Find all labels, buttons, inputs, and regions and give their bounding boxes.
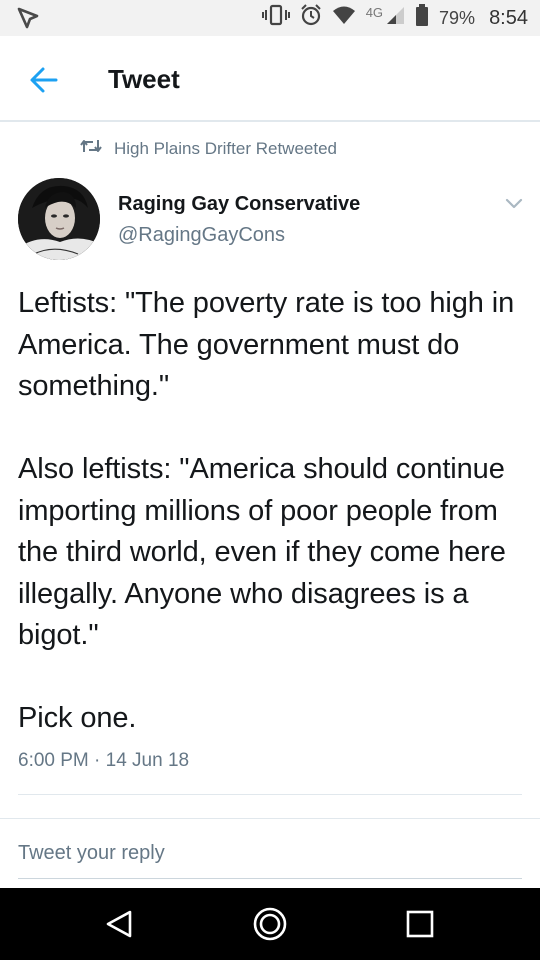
battery-icon: [415, 4, 429, 32]
retweet-banner-text[interactable]: High Plains Drifter Retweeted: [114, 139, 337, 159]
divider: [18, 794, 522, 795]
clock: 8:54: [489, 6, 528, 29]
recents-nav-icon[interactable]: [402, 906, 438, 942]
retweet-banner: High Plains Drifter Retweeted: [80, 138, 337, 159]
back-nav-icon[interactable]: [102, 906, 138, 942]
home-nav-icon[interactable]: [252, 906, 288, 942]
tweet-timestamp: 6:00 PM · 14 Jun 18: [18, 750, 190, 771]
navigation-bar: [0, 888, 540, 960]
retweet-icon: [80, 138, 102, 159]
divider: [0, 818, 540, 819]
battery-percent: 79%: [439, 7, 476, 28]
tweet-text: Leftists: "The poverty rate is too high …: [18, 287, 515, 734]
reply-input[interactable]: Tweet your reply: [18, 842, 165, 865]
notification-icon: [16, 7, 40, 34]
vibrate-icon: [261, 4, 290, 32]
author-name[interactable]: Raging Gay Conservative: [118, 193, 360, 216]
chevron-down-icon[interactable]: [502, 192, 526, 216]
author-handle[interactable]: @RagingGayCons: [118, 224, 285, 247]
signal-icon: [385, 5, 405, 31]
avatar[interactable]: [18, 178, 100, 260]
network-type-label: 4G: [365, 4, 384, 20]
reply-underline: [18, 878, 522, 879]
app-bar: Tweet: [0, 36, 540, 122]
status-bar: 4G 79% 8:54: [0, 0, 540, 36]
alarm-icon: [300, 4, 322, 32]
page-title: Tweet: [108, 64, 180, 94]
wifi-icon: [332, 5, 356, 31]
back-arrow-icon[interactable]: [26, 62, 62, 98]
